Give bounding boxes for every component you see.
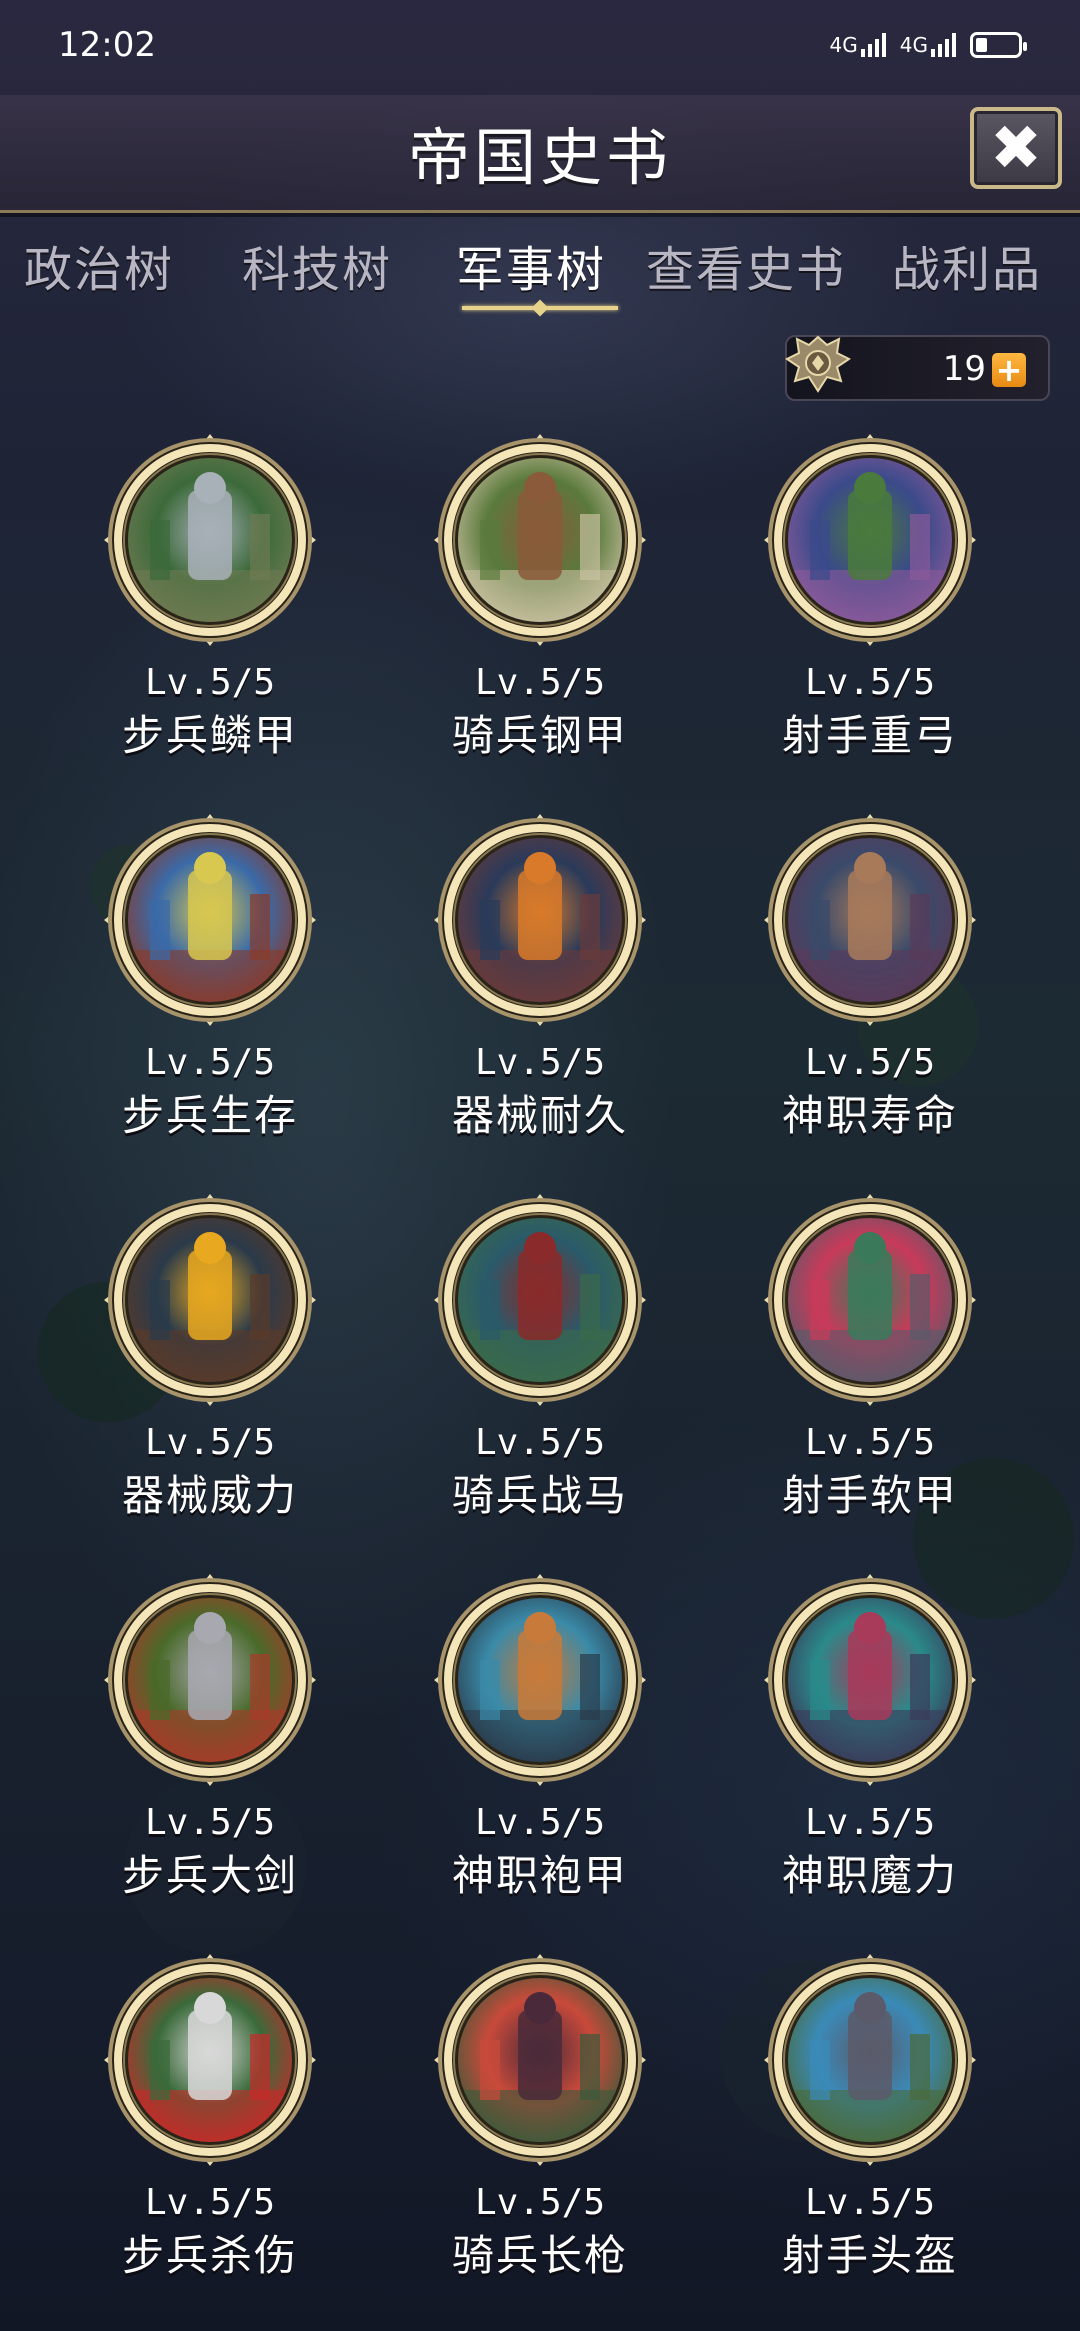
skill-medal-icon xyxy=(760,1950,980,2170)
skill-medal-icon xyxy=(430,430,650,650)
skill-name: 神职袍甲 xyxy=(451,1851,628,1900)
skill-card[interactable]: Lv.5/5 器械耐久 xyxy=(375,810,705,1170)
signal-icon-1: 4G xyxy=(830,33,886,57)
skill-card[interactable]: Lv.5/5 步兵大剑 xyxy=(45,1570,375,1930)
skill-name: 步兵杀伤 xyxy=(121,2231,298,2280)
skill-medal-icon xyxy=(100,1190,320,1410)
skill-medal-icon xyxy=(760,810,980,1030)
skill-name: 步兵生存 xyxy=(121,1091,298,1140)
skill-medal-icon xyxy=(760,1190,980,1410)
skill-card[interactable]: Lv.5/5 骑兵战马 xyxy=(375,1190,705,1550)
plus-icon: + xyxy=(995,351,1023,389)
skill-name: 射手软甲 xyxy=(781,1471,958,1520)
skill-card[interactable]: Lv.5/5 神职袍甲 xyxy=(375,1570,705,1930)
skill-name: 器械威力 xyxy=(121,1471,298,1520)
skill-level: Lv.5/5 xyxy=(474,1802,606,1843)
tab-politics[interactable]: 政治树 xyxy=(24,230,174,300)
skill-name: 步兵大剑 xyxy=(121,1851,298,1900)
skill-card[interactable]: Lv.5/5 射手软甲 xyxy=(705,1190,1035,1550)
skill-medal-icon xyxy=(430,1190,650,1410)
skill-medal-icon xyxy=(430,810,650,1030)
skill-level: Lv.5/5 xyxy=(474,1422,606,1463)
skill-level: Lv.5/5 xyxy=(144,662,276,703)
skill-card[interactable]: Lv.5/5 骑兵长枪 xyxy=(375,1950,705,2310)
skill-level: Lv.5/5 xyxy=(474,662,606,703)
signal-icon-2: 4G xyxy=(900,33,956,57)
skill-medal-icon xyxy=(430,1570,650,1790)
skill-points-value: 19 xyxy=(942,349,986,389)
skill-card[interactable]: Lv.5/5 步兵鳞甲 xyxy=(45,430,375,790)
skill-level: Lv.5/5 xyxy=(144,1802,276,1843)
status-time: 12:02 xyxy=(58,25,156,65)
system-icons: 4G 4G xyxy=(830,32,1027,58)
skill-medal-icon xyxy=(100,1570,320,1790)
skill-medal-icon xyxy=(430,1950,650,2170)
skill-level: Lv.5/5 xyxy=(804,1422,936,1463)
skill-medal-icon xyxy=(760,1570,980,1790)
skill-name: 骑兵长枪 xyxy=(451,2231,628,2280)
skill-level: Lv.5/5 xyxy=(804,1802,936,1843)
skill-name: 器械耐久 xyxy=(451,1091,628,1140)
skill-level: Lv.5/5 xyxy=(804,2182,936,2223)
skill-medal-icon xyxy=(100,1950,320,2170)
skill-level: Lv.5/5 xyxy=(804,662,936,703)
tab-spoils[interactable]: 战利品 xyxy=(892,230,1042,300)
tab-bar: 政治树 科技树 军事树 查看史书 战利品 xyxy=(0,230,1080,320)
skill-medal-icon xyxy=(100,810,320,1030)
tab-technology[interactable]: 科技树 xyxy=(242,230,392,300)
skill-level: Lv.5/5 xyxy=(804,1042,936,1083)
title-bar: 帝国史书 ✖ xyxy=(0,95,1080,213)
skill-card[interactable]: Lv.5/5 步兵生存 xyxy=(45,810,375,1170)
skill-card[interactable]: Lv.5/5 射手头盔 xyxy=(705,1950,1035,2310)
skill-name: 射手重弓 xyxy=(781,711,958,760)
skill-name: 骑兵战马 xyxy=(451,1471,628,1520)
skill-card[interactable]: Lv.5/5 神职寿命 xyxy=(705,810,1035,1170)
skill-level: Lv.5/5 xyxy=(144,2182,276,2223)
skill-level: Lv.5/5 xyxy=(144,1042,276,1083)
skill-card[interactable]: Lv.5/5 神职魔力 xyxy=(705,1570,1035,1930)
signal-label-1: 4G xyxy=(829,33,858,57)
close-icon: ✖ xyxy=(990,111,1042,184)
skill-card[interactable]: Lv.5/5 射手重弓 xyxy=(705,430,1035,790)
skill-card[interactable]: Lv.5/5 器械威力 xyxy=(45,1190,375,1550)
skill-name: 神职魔力 xyxy=(781,1851,958,1900)
add-points-button[interactable]: + xyxy=(992,353,1026,387)
skill-name: 骑兵钢甲 xyxy=(451,711,628,760)
tab-view-history[interactable]: 查看史书 xyxy=(646,230,846,300)
skill-name: 步兵鳞甲 xyxy=(121,711,298,760)
active-tab-indicator xyxy=(462,306,618,310)
skill-level: Lv.5/5 xyxy=(474,1042,606,1083)
skill-level: Lv.5/5 xyxy=(474,2182,606,2223)
status-bar: 12:02 4G 4G xyxy=(0,0,1080,90)
imperial-crest-icon xyxy=(785,335,851,393)
skill-name: 射手头盔 xyxy=(781,2231,958,2280)
skill-medal-icon xyxy=(760,430,980,650)
skill-name: 神职寿命 xyxy=(781,1091,958,1140)
signal-label-2: 4G xyxy=(899,33,928,57)
skill-medal-icon xyxy=(100,430,320,650)
page-title: 帝国史书 xyxy=(407,121,672,194)
tab-military[interactable]: 军事树 xyxy=(456,230,606,300)
skill-card[interactable]: Lv.5/5 步兵杀伤 xyxy=(45,1950,375,2310)
skill-level: Lv.5/5 xyxy=(144,1422,276,1463)
skill-points-badge: 19 + xyxy=(785,335,1050,401)
skill-card[interactable]: Lv.5/5 骑兵钢甲 xyxy=(375,430,705,790)
battery-icon xyxy=(970,32,1027,58)
close-button[interactable]: ✖ xyxy=(970,107,1062,189)
